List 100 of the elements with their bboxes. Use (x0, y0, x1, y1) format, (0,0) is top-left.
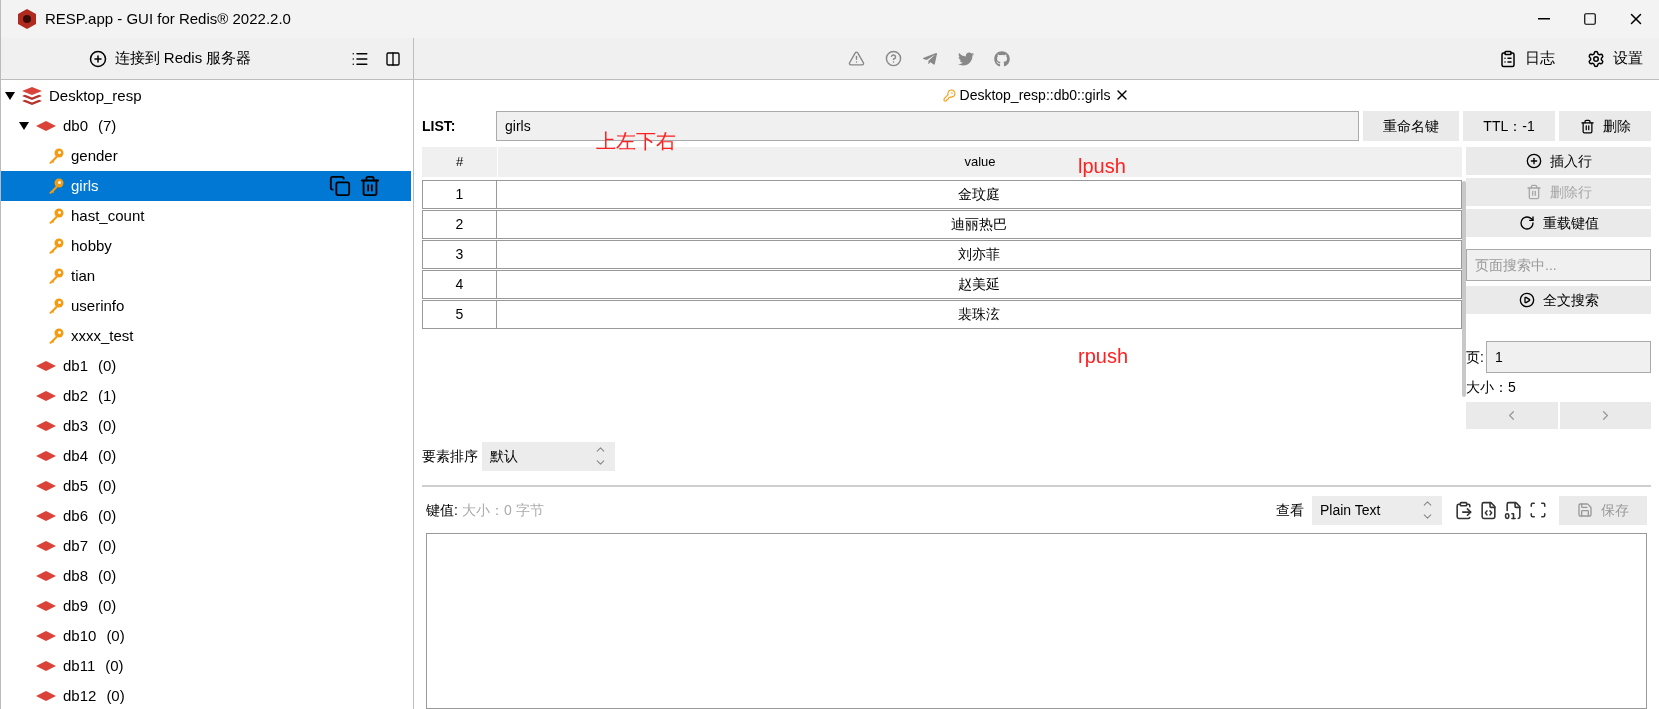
format-select[interactable]: Plain Text (1312, 495, 1442, 525)
tree-item[interactable]: hobby (1, 231, 411, 261)
annotation-text: rpush (1078, 344, 1129, 369)
table-cell: 迪丽热巴 (497, 210, 1462, 239)
database-icon (35, 540, 57, 552)
tree-item[interactable]: userinfo (1, 291, 411, 321)
trash-icon (1579, 118, 1595, 134)
row-action-button[interactable]: 重载键值 (1466, 209, 1651, 237)
key-icon (47, 147, 65, 165)
maximize-icon (1583, 12, 1597, 26)
app-logo-icon (17, 8, 37, 30)
warning-icon[interactable] (848, 50, 865, 67)
tree-item[interactable]: tian (1, 261, 411, 291)
tree-item[interactable]: db11 (0) (1, 651, 411, 681)
copy-icon[interactable] (329, 175, 351, 197)
fullscreen-icon[interactable] (1529, 501, 1547, 519)
key-icon (47, 207, 65, 225)
twitter-icon[interactable] (958, 50, 974, 67)
window-title: RESP.app - GUI for Redis® 2022.2.0 (45, 8, 291, 29)
trash-icon (1525, 184, 1542, 200)
view-label: 查看 (1276, 500, 1304, 520)
key-icon (47, 327, 65, 345)
telegram-icon[interactable] (922, 50, 938, 67)
row-action-button[interactable]: 插入行 (1466, 147, 1651, 175)
column-header: # (454, 153, 465, 172)
table-cell: 刘亦菲 (497, 240, 1462, 269)
settings-icon (1587, 49, 1605, 68)
tree-item[interactable]: db7 (0) (1, 531, 411, 561)
table-cell: 4 (422, 270, 497, 299)
code-file-icon[interactable] (1479, 500, 1498, 520)
server-stack-icon (21, 86, 43, 106)
key-icon (47, 267, 65, 285)
split-view-icon[interactable] (385, 50, 401, 67)
tree-item[interactable]: db4 (0) (1, 441, 411, 471)
tree-item[interactable]: db0 (7) (1, 111, 411, 141)
key-tab[interactable]: Desktop_resp::db0::girls (942, 80, 1131, 110)
github-icon[interactable] (994, 50, 1010, 67)
minimize-icon (1538, 18, 1550, 20)
clipboard-list-icon (1499, 49, 1517, 68)
table-cell: 裴珠泫 (497, 300, 1462, 329)
database-icon (35, 630, 57, 642)
tree-item[interactable]: db8 (0) (1, 561, 411, 591)
database-icon (35, 120, 57, 132)
tree-item[interactable]: xxxx_test (1, 321, 411, 351)
tree-item[interactable]: girls (1, 171, 411, 201)
database-icon (35, 690, 57, 702)
table-cell: 3 (422, 240, 497, 269)
tree-item[interactable]: db3 (0) (1, 411, 411, 441)
full-search-button[interactable]: 全文搜索 (1466, 286, 1651, 314)
plus-circle-icon (1525, 153, 1542, 169)
plus-circle-icon (88, 49, 107, 68)
tree-item[interactable]: db5 (0) (1, 471, 411, 501)
settings-button[interactable]: 设置 (1587, 47, 1643, 70)
tree-item[interactable]: Desktop_resp (1, 81, 411, 111)
log-button[interactable]: 日志 (1499, 47, 1555, 70)
tree-item[interactable]: gender (1, 141, 411, 171)
rename-button[interactable]: 重命名键 (1363, 111, 1459, 141)
database-icon (35, 600, 57, 612)
tree-item[interactable]: db10 (0) (1, 621, 411, 651)
key-type-label: LIST: (422, 116, 457, 136)
table-cell: 1 (422, 180, 497, 209)
size-text: 大小：5 (1466, 378, 1517, 397)
table-cell: 2 (422, 210, 497, 239)
tree-item[interactable]: hast_count (1, 201, 411, 231)
sort-label: 要素排序 (422, 446, 478, 466)
tree-item[interactable]: db9 (0) (1, 591, 411, 621)
annotation-text: lpush (1078, 154, 1126, 179)
expand-triangle-icon[interactable] (19, 121, 29, 131)
key-icon (942, 88, 956, 102)
table-cell: 赵美延 (497, 270, 1462, 299)
database-icon (35, 510, 57, 522)
sort-select[interactable]: 默认 (482, 441, 615, 471)
delete-key-button[interactable]: 删除 (1559, 111, 1651, 141)
value-size-hint: 大小：0 字节 (461, 500, 544, 520)
database-icon (35, 450, 57, 462)
connect-button[interactable]: 连接到 Redis 服务器 (1, 47, 339, 70)
database-icon (35, 390, 57, 402)
page-search-field[interactable]: 页面搜索中... (1466, 249, 1651, 281)
help-icon[interactable] (885, 50, 902, 67)
database-icon (35, 480, 57, 492)
table-cell: 金玟庭 (497, 180, 1462, 209)
key-icon (47, 177, 65, 195)
tree-item[interactable]: db1 (0) (1, 351, 411, 381)
tree-item[interactable]: db12 (0) (1, 681, 411, 709)
page-label: 页: (1466, 347, 1484, 367)
database-icon (35, 660, 57, 672)
page-field[interactable]: 1 (1485, 341, 1651, 373)
expand-triangle-icon[interactable] (5, 91, 15, 101)
key-icon (47, 237, 65, 255)
scrollbar[interactable] (1462, 181, 1466, 397)
binary-file-icon[interactable] (1504, 500, 1523, 520)
tree-item[interactable]: db2 (1) (1, 381, 411, 411)
tree-item[interactable]: db6 (0) (1, 501, 411, 531)
database-icon (35, 570, 57, 582)
database-icon (35, 360, 57, 372)
key-icon (47, 297, 65, 315)
value-label: 键值: (426, 500, 458, 520)
trash-icon[interactable] (359, 175, 381, 197)
clipboard-icon[interactable] (1454, 500, 1473, 520)
ttl-button[interactable]: TTL：-1 (1463, 111, 1555, 141)
